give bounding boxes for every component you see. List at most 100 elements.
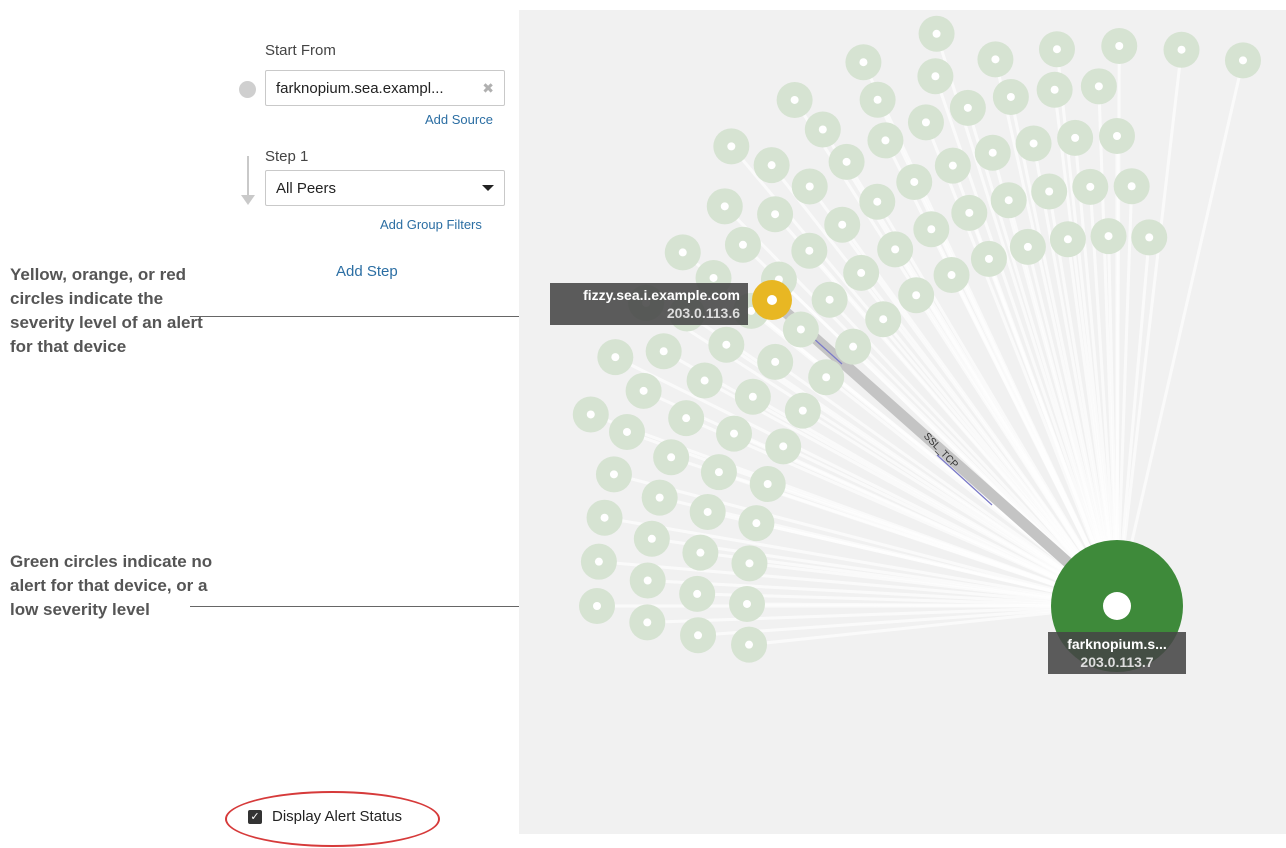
peer-node-center — [743, 599, 752, 608]
step-1-label: Step 1 — [265, 148, 309, 165]
peer-node-center — [678, 248, 687, 257]
peer-node-center — [1023, 242, 1032, 251]
arrow-down-icon — [241, 195, 255, 205]
add-group-filters-link[interactable]: Add Group Filters — [380, 217, 482, 232]
peer-node-center — [881, 136, 890, 145]
peer-node-center — [767, 161, 776, 170]
peer-connection-line — [1115, 60, 1245, 607]
peer-node-center — [696, 548, 705, 557]
peer-node-center — [771, 210, 780, 219]
alert-node-center — [767, 295, 777, 305]
source-node-center — [1103, 592, 1131, 620]
peer-node-center — [1177, 45, 1186, 54]
peer-graph[interactable]: SSL_TCP fizzy.sea.i.example.com 203.0.11… — [519, 10, 1286, 834]
peer-node-center — [643, 618, 652, 627]
source-node-ip: 203.0.113.7 — [1080, 654, 1154, 670]
peer-node-center — [752, 519, 761, 528]
alert-annotation: Yellow, orange, or red circles indicate … — [10, 265, 203, 356]
peer-node-center — [738, 240, 747, 249]
peer-node-center — [722, 340, 731, 349]
no-alert-annotation: Green circles indicate no alert for that… — [10, 552, 213, 619]
peer-node-center — [921, 118, 930, 127]
peer-node-center — [963, 103, 972, 112]
peer-node-center — [1127, 182, 1136, 191]
peer-node-center — [910, 177, 919, 186]
peer-graph-canvas[interactable] — [519, 10, 1286, 834]
peer-node-center — [779, 442, 788, 451]
peer-node-center — [586, 410, 595, 419]
peer-node-center — [611, 353, 620, 362]
peer-node-center — [1115, 42, 1124, 51]
peer-node-center — [1104, 232, 1113, 241]
peer-node-center — [727, 142, 736, 151]
peer-node-center — [1004, 196, 1013, 205]
peer-node-center — [682, 414, 691, 423]
peer-node-center — [745, 559, 754, 568]
add-source-link[interactable]: Add Source — [425, 112, 493, 127]
peer-node-center — [693, 589, 702, 598]
peer-node-center — [1086, 182, 1095, 191]
peer-node-center — [667, 453, 676, 462]
peer-node-center — [763, 480, 772, 489]
start-from-label: Start From — [265, 42, 336, 59]
peer-node-center — [859, 58, 868, 67]
alert-node-ip: 203.0.113.6 — [666, 305, 740, 321]
source-input[interactable]: farknopium.sea.exampl... ✖ — [265, 70, 505, 106]
peer-node-center — [849, 342, 858, 351]
peer-node-center — [991, 55, 1000, 64]
peer-node-center — [700, 376, 709, 385]
peer-node-center — [873, 95, 882, 104]
peer-node-center — [984, 254, 993, 263]
peer-node-center — [1063, 235, 1072, 244]
source-status-dot — [239, 81, 256, 98]
peer-node-center — [1113, 132, 1121, 140]
display-alert-status-toggle[interactable]: ✓ Display Alert Status — [248, 808, 402, 825]
source-input-value: farknopium.sea.exampl... — [276, 79, 444, 97]
peer-node-center — [639, 386, 648, 395]
peer-node-center — [771, 357, 780, 366]
peer-node-center — [659, 347, 668, 356]
clear-icon[interactable]: ✖ — [482, 80, 494, 97]
peer-node-center — [622, 427, 631, 436]
peer-node-center — [988, 148, 997, 157]
peer-node-center — [1145, 233, 1154, 242]
checkbox-checked-icon[interactable]: ✓ — [248, 809, 262, 824]
peer-node-center — [720, 202, 729, 211]
step-1-select[interactable]: All Peers — [265, 170, 505, 206]
peer-node-center — [805, 182, 814, 191]
peer-node-center — [842, 157, 851, 166]
peer-node-center — [879, 315, 888, 324]
peer-node-center — [730, 429, 739, 438]
peer-node-center — [748, 392, 757, 401]
alert-node-label: fizzy.sea.i.example.com 203.0.113.6 — [550, 283, 748, 325]
peer-node-center — [822, 373, 831, 382]
peer-node-center — [1094, 82, 1103, 91]
peer-node-center — [709, 273, 718, 282]
peer-node-center — [694, 631, 703, 640]
peer-node-center — [873, 197, 882, 206]
step-1-select-value: All Peers — [276, 179, 337, 197]
peer-node-center — [857, 268, 866, 277]
peer-node-center — [805, 246, 814, 255]
peer-node-center — [931, 72, 940, 81]
add-step-link[interactable]: Add Step — [336, 263, 398, 280]
peer-node-center — [1238, 56, 1247, 65]
peer-node-center — [927, 225, 936, 234]
peer-node-center — [947, 271, 956, 280]
peer-node-center — [655, 493, 664, 502]
alert-node-name: fizzy.sea.i.example.com — [583, 287, 740, 303]
peer-node-center — [643, 576, 652, 585]
peer-node-center — [1029, 139, 1038, 148]
peer-node-center — [600, 513, 609, 522]
peer-node-center — [796, 325, 805, 334]
peer-node-center — [1052, 45, 1061, 54]
peer-node-center — [745, 640, 754, 649]
peer-node-center — [703, 507, 712, 516]
peer-node-center — [790, 95, 799, 104]
peer-node-center — [891, 245, 900, 254]
peer-node-center — [714, 468, 723, 477]
source-node-label: farknopium.s... 203.0.113.7 — [1048, 632, 1186, 674]
display-alert-status-label: Display Alert Status — [272, 808, 403, 825]
source-node-name: farknopium.s... — [1067, 636, 1167, 652]
peer-node-center — [647, 534, 656, 543]
